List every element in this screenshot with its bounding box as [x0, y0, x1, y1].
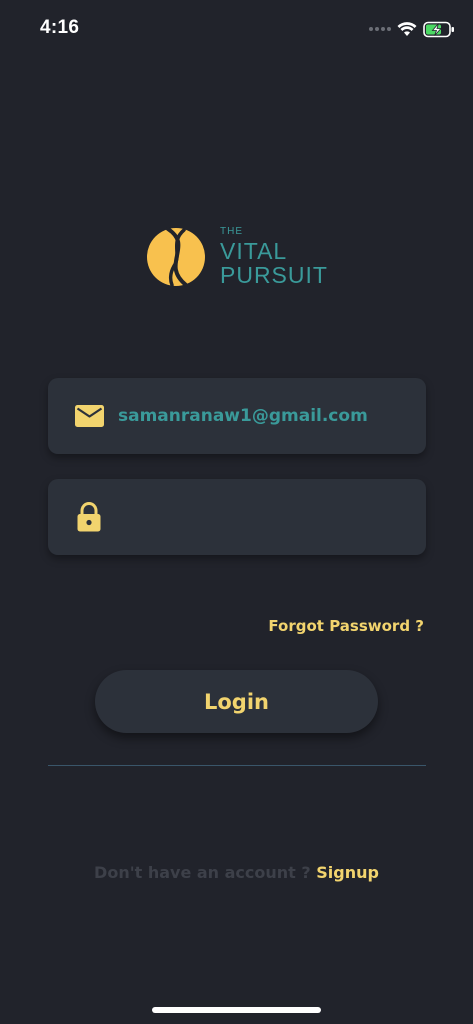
login-button-label: Login: [204, 689, 269, 714]
app-logo: THE VITAL PURSUIT: [146, 226, 328, 288]
signal-dots-icon: [369, 27, 391, 31]
home-indicator[interactable]: [152, 1007, 321, 1013]
logo-text-pursuit: PURSUIT: [220, 262, 328, 288]
wifi-icon: [397, 21, 417, 36]
divider: [48, 765, 426, 766]
signup-link[interactable]: Signup: [316, 863, 379, 882]
battery-charging-icon: [423, 21, 454, 37]
logo-text-the: THE: [220, 226, 243, 237]
logo-wordmark: THE VITAL PURSUIT: [220, 227, 328, 287]
signup-prompt: Don't have an account ?: [94, 863, 311, 882]
logo-text-vital: VITAL: [220, 238, 288, 264]
envelope-icon: [74, 401, 104, 431]
lock-icon: [74, 502, 104, 532]
email-field[interactable]: [48, 378, 426, 454]
login-button[interactable]: Login: [95, 670, 378, 733]
signup-row: Don't have an account ? Signup: [0, 863, 473, 882]
login-screen: 4:16 THE VITAL PURSUIT samanranaw1@gmail…: [0, 0, 473, 1024]
email-input[interactable]: [118, 378, 406, 454]
forgot-password-link[interactable]: Forgot Password ?: [268, 617, 424, 635]
vital-pursuit-logo-icon: [147, 227, 205, 287]
status-icons: [369, 18, 455, 40]
password-input[interactable]: [118, 479, 406, 555]
password-field[interactable]: [48, 479, 426, 555]
status-time: 4:16: [40, 17, 80, 38]
